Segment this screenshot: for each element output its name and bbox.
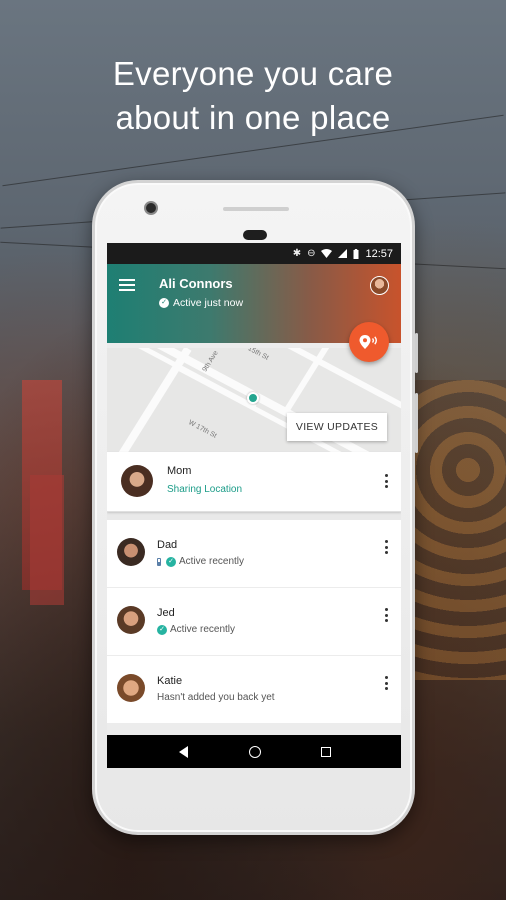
list-item-dad[interactable]: Dad ✓ Active recently <box>107 520 401 588</box>
headline-line-2: about in one place <box>115 99 391 136</box>
contact-status: Active recently <box>179 556 245 567</box>
location-broadcast-icon <box>359 335 377 349</box>
contact-status-row: ✓ Active recently <box>157 556 244 567</box>
more-vert-icon[interactable] <box>385 676 389 690</box>
clock: 12:57 <box>365 247 393 260</box>
bluetooth-icon: ✱ <box>292 248 302 259</box>
headline: Everyone you care about in one place <box>0 52 506 140</box>
headline-line-1: Everyone you care <box>112 55 394 92</box>
app-header: Ali Connors ✓ Active just now <box>107 264 401 362</box>
map-view[interactable]: 9th Ave W 17th St 15th St VIEW UPDATES <box>107 348 401 452</box>
avatar <box>117 538 145 566</box>
phone-frame: ✱ ⊖ 12:57 Ali Connors ✓ Active just now <box>92 180 418 835</box>
section-divider <box>107 512 401 520</box>
contact-status: Hasn't added you back yet <box>157 692 275 703</box>
earpiece <box>243 230 267 240</box>
power-button <box>415 393 418 453</box>
signal-icon <box>338 249 348 258</box>
battery-icon <box>353 248 359 259</box>
contact-status: Active recently <box>170 624 236 635</box>
more-vert-icon[interactable] <box>385 540 389 554</box>
more-vert-icon[interactable] <box>385 474 389 488</box>
view-updates-button[interactable]: VIEW UPDATES <box>287 413 387 441</box>
user-status: ✓ Active just now <box>159 297 243 309</box>
volume-button <box>415 333 418 373</box>
avatar[interactable] <box>370 276 389 295</box>
share-location-button[interactable] <box>349 322 389 362</box>
back-icon[interactable] <box>177 745 189 758</box>
contact-name: Dad <box>157 539 178 551</box>
more-vert-icon[interactable] <box>385 608 389 622</box>
list-item-jed[interactable]: Jed ✓ Active recently <box>107 588 401 656</box>
street-label: W 17th St <box>187 419 218 440</box>
contact-name: Jed <box>157 607 175 619</box>
battery-low-icon <box>157 557 161 566</box>
recent-apps-icon[interactable] <box>321 746 331 757</box>
check-circle-icon: ✓ <box>159 298 169 308</box>
location-marker[interactable] <box>247 392 259 404</box>
contact-status: Sharing Location <box>167 484 243 495</box>
user-status-text: Active just now <box>173 297 244 309</box>
status-bar: ✱ ⊖ 12:57 <box>107 243 401 264</box>
street-label: 15th St <box>246 348 270 362</box>
contact-name: Mom <box>167 465 192 477</box>
avatar <box>117 606 145 634</box>
user-name: Ali Connors <box>159 276 233 291</box>
avatar <box>121 465 153 497</box>
background-lanterns <box>411 380 506 680</box>
check-circle-icon: ✓ <box>166 556 176 567</box>
home-icon[interactable] <box>249 745 261 758</box>
speaker-grille <box>223 207 289 211</box>
contact-status-row: ✓ Active recently <box>157 624 235 635</box>
front-camera <box>144 201 158 215</box>
phone-screen: ✱ ⊖ 12:57 Ali Connors ✓ Active just now <box>107 243 401 768</box>
wifi-icon <box>321 249 333 258</box>
hamburger-menu-icon[interactable] <box>119 279 135 291</box>
avatar <box>117 674 145 702</box>
android-nav-bar <box>107 735 401 768</box>
background-sign <box>30 475 64 605</box>
contact-card-mom[interactable]: Mom Sharing Location <box>107 452 401 512</box>
contact-name: Katie <box>157 675 183 687</box>
list-item-katie[interactable]: Katie Hasn't added you back yet <box>107 656 401 724</box>
check-circle-icon: ✓ <box>157 624 167 635</box>
do-not-disturb-icon: ⊖ <box>307 248 316 259</box>
